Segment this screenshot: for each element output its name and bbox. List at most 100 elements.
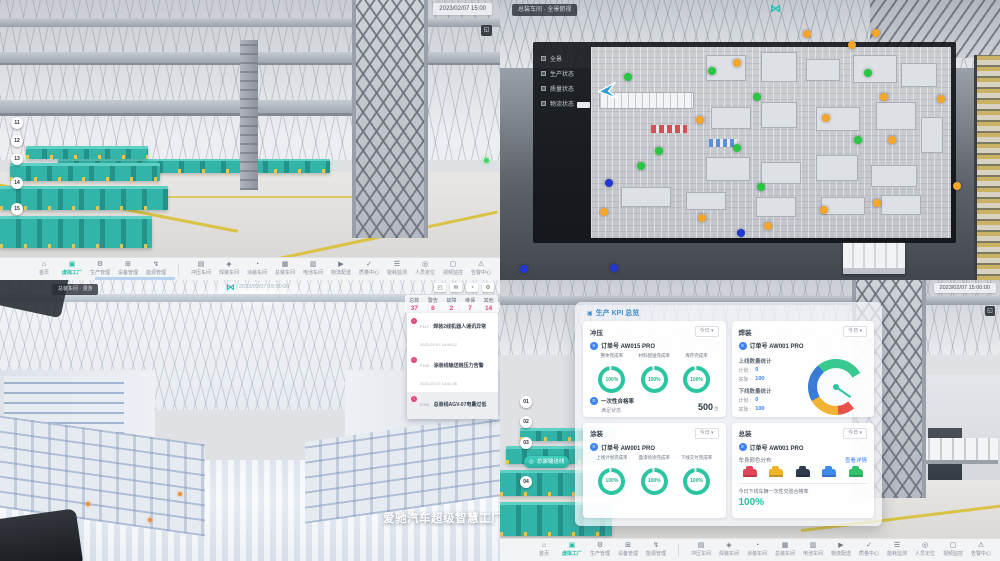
equipment-marker[interactable]: 11 [11, 117, 23, 129]
equipment-marker[interactable]: 04 [520, 476, 532, 488]
status-dot[interactable] [854, 136, 862, 144]
line-tooltip[interactable]: ◎ 总装输送线 [524, 456, 569, 468]
status-dot[interactable] [764, 222, 772, 230]
toolbar-item[interactable]: ⊞ 设备管理 [614, 542, 642, 558]
legend-item[interactable]: 质量状态 [541, 84, 574, 93]
zoom-slider[interactable] [577, 102, 590, 108]
toolbar-item[interactable]: ☰ 能耗监测 [383, 261, 411, 277]
alarm-stat[interactable]: 警告 8 [424, 297, 443, 312]
toolbar-item[interactable]: ☰ 能耗监测 [883, 542, 911, 558]
alarm-stat[interactable]: 维保 7 [461, 297, 480, 312]
floor-plan[interactable] [591, 47, 951, 238]
toolbar-item[interactable]: ◔ 涂装车间 [243, 261, 271, 277]
equipment-marker[interactable]: 02 [520, 416, 532, 428]
status-dot[interactable] [880, 93, 888, 101]
toolbar-item[interactable]: ▤ 冲压车间 [187, 261, 215, 277]
status-dot[interactable] [733, 59, 741, 67]
equipment-marker[interactable]: 12 [11, 135, 23, 147]
toolbar-item[interactable]: ◎ 人员定位 [911, 542, 939, 558]
range-dropdown[interactable]: 今日 ▾ [843, 326, 867, 337]
toolbar-item[interactable]: ▢ 视频监控 [939, 542, 967, 558]
toolbar-item[interactable]: ◈ 焊装车间 [215, 261, 243, 277]
toolbar-item[interactable]: ▤ 冲压车间 [687, 542, 715, 558]
toolbar-item[interactable]: ▶ 物流配送 [327, 261, 355, 277]
toolbar-item[interactable]: ⌂ 首页 [530, 542, 558, 558]
range-dropdown[interactable]: 今日 ▾ [843, 428, 867, 439]
equipment-marker[interactable]: 13 [11, 153, 23, 165]
legend-item[interactable]: 全景 [541, 54, 574, 63]
status-dot[interactable] [757, 183, 765, 191]
status-dot[interactable] [864, 69, 872, 77]
status-dot[interactable] [733, 144, 741, 152]
range-dropdown[interactable]: 今日 ▾ [695, 326, 719, 337]
window-button[interactable]: ✉ [450, 283, 462, 292]
status-dot[interactable] [848, 41, 856, 49]
equipment-marker[interactable]: 15 [11, 203, 23, 215]
status-dot[interactable] [803, 30, 811, 38]
status-dot[interactable] [822, 114, 830, 122]
status-dot[interactable] [888, 136, 896, 144]
details-link[interactable]: 查看详情 [845, 456, 867, 464]
toolbar-item[interactable]: ↯ 能源管理 [642, 542, 670, 558]
equipment-marker[interactable]: 01 [520, 396, 532, 408]
status-dot[interactable] [637, 162, 645, 170]
status-dot[interactable] [655, 147, 663, 155]
toolbar-item[interactable]: ▦ 总装车间 [771, 542, 799, 558]
status-dot[interactable] [737, 229, 745, 237]
legend-item[interactable]: 物流状态 [541, 99, 574, 108]
status-dot[interactable] [953, 182, 961, 190]
status-dot[interactable] [610, 264, 618, 272]
status-dot[interactable] [698, 214, 706, 222]
toolbar-item[interactable]: ⚠ 告警中心 [967, 542, 995, 558]
status-dot[interactable] [753, 93, 761, 101]
toolbar-item[interactable]: ⊞ 设备管理 [114, 261, 142, 277]
toolbar-item[interactable]: ✓ 质量中心 [855, 542, 883, 558]
view-mode-button[interactable]: ◱ [481, 25, 492, 36]
viewport-3d-dashboard[interactable]: 01 02 03 04 ◎ 总装输送线 2023/02/07 15:00:00 … [500, 280, 1000, 561]
alarm-row[interactable]: F098 总装线AGV-07电量过低 2023-02-07 14:47:05 [407, 392, 498, 419]
equipment-marker[interactable]: 14 [11, 177, 23, 189]
window-button[interactable]: ◰ [434, 283, 446, 292]
toolbar-item[interactable]: ◔ 涂装车间 [743, 542, 771, 558]
toolbar-item[interactable]: ▣ 虚拟工厂 [558, 542, 586, 558]
toolbar-item[interactable]: ▣ 虚拟工厂 [58, 261, 86, 277]
equipment-marker[interactable]: 03 [520, 437, 532, 449]
toolbar-item[interactable]: ▥ 电池车间 [799, 542, 827, 558]
alarm-stat[interactable]: 总数 37 [405, 297, 424, 312]
alarm-row[interactable]: F105 涂装线输送链压力告警 2023-02-07 14:52:36 [407, 353, 498, 392]
toolbar-item[interactable]: ✓ 质量中心 [355, 261, 383, 277]
status-dot[interactable] [624, 73, 632, 81]
alarm-stat[interactable]: 故障 2 [442, 297, 461, 312]
toolbar-scrollbar[interactable] [95, 277, 175, 280]
viewport-floorplan-map[interactable]: 全景 生产状态 质量状态 物流状态 [500, 0, 1000, 280]
viewport-3d-corridor[interactable]: 总装车间 · 漫游 ⋈ 2023/02/07 15:00:00 ◰ ✉ ◔ ⚙ … [0, 280, 500, 561]
status-dot[interactable] [696, 116, 704, 124]
status-dot[interactable] [600, 208, 608, 216]
status-dot[interactable] [873, 199, 881, 207]
toolbar-item[interactable]: ▶ 物流配送 [827, 542, 855, 558]
status-dot[interactable] [520, 265, 528, 273]
status-dot[interactable] [708, 67, 716, 75]
viewport-3d-hall[interactable]: 11 12 13 14 15 2023/02/07 15:00 ◱ ⌂ [0, 0, 500, 280]
toolbar-item[interactable]: ◎ 人员定位 [411, 261, 439, 277]
toolbar-item[interactable]: ⚙ 生产管理 [586, 542, 614, 558]
toolbar-item[interactable]: ↯ 能源管理 [142, 261, 170, 277]
alarm-row[interactable]: F117 焊装2线机器人通讯异常 2023-02-07 14:58:12 [407, 314, 498, 353]
toolbar-item[interactable]: ▥ 电池车间 [299, 261, 327, 277]
view-mode-button[interactable]: ◱ [985, 306, 995, 316]
window-button[interactable]: ◔ [466, 283, 478, 292]
range-dropdown[interactable]: 今日 ▾ [695, 428, 719, 439]
toolbar-item[interactable]: ⌂ 首页 [30, 261, 58, 277]
toolbar-item[interactable]: ▢ 视频监控 [439, 261, 467, 277]
status-dot[interactable] [872, 29, 880, 37]
toolbar-item[interactable]: ⚠ 告警中心 [467, 261, 495, 277]
toolbar-item[interactable]: ⚙ 生产管理 [86, 261, 114, 277]
toolbar-item[interactable]: ▦ 总装车间 [271, 261, 299, 277]
window-button[interactable]: ⚙ [482, 283, 494, 292]
legend-item[interactable]: 生产状态 [541, 69, 574, 78]
status-dot[interactable] [605, 179, 613, 187]
alarm-stat[interactable]: 其他 14 [479, 297, 498, 312]
status-dot[interactable] [937, 95, 945, 103]
status-dot[interactable] [820, 206, 828, 214]
toolbar-item[interactable]: ◈ 焊装车间 [715, 542, 743, 558]
